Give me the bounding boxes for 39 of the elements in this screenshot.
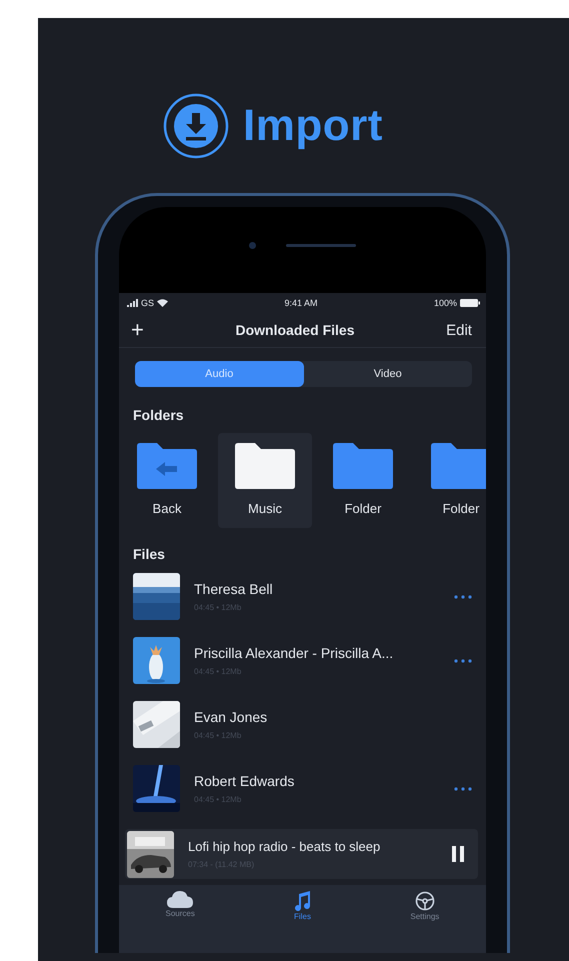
track-title: Lofi hip hop radio - beats to sleep	[188, 839, 382, 854]
folder-item[interactable]: Back	[120, 433, 214, 528]
screen-title: Downloaded Files	[235, 322, 354, 338]
cloud-icon	[167, 891, 194, 908]
camera-icon	[249, 242, 256, 248]
segment-tab[interactable]: Video	[304, 361, 472, 387]
add-button[interactable]: +	[131, 317, 144, 343]
folders-heading: Folders	[132, 407, 185, 423]
folder-item[interactable]: Folder	[316, 433, 410, 528]
tab-item[interactable]: Settings	[364, 885, 486, 953]
edit-button[interactable]: Edit	[446, 322, 472, 338]
file-title: Robert Edwards	[194, 773, 296, 789]
time-label: 9:41 AM	[284, 298, 318, 308]
carrier-label: GS	[141, 298, 154, 308]
back-folder-icon	[137, 443, 197, 489]
more-button[interactable]	[454, 786, 472, 790]
files-heading: Files	[132, 546, 166, 562]
steering-wheel-icon	[414, 891, 435, 911]
folder-icon	[333, 443, 393, 489]
folder-item[interactable]: Folder	[414, 433, 486, 528]
download-icon	[163, 93, 229, 159]
signal-icon	[127, 299, 138, 307]
more-button[interactable]	[454, 658, 472, 662]
file-title: Theresa Bell	[194, 581, 274, 597]
battery-icon	[460, 299, 480, 307]
battery-label: 100%	[434, 298, 457, 308]
folder-icon	[235, 443, 295, 489]
folder-icon	[431, 443, 486, 489]
music-note-icon	[293, 891, 312, 911]
folder-item[interactable]: Music	[218, 433, 312, 528]
speaker-icon	[286, 244, 356, 246]
tab-item[interactable]: Files	[241, 885, 364, 953]
file-title: Evan Jones	[194, 709, 268, 725]
pause-button[interactable]	[452, 846, 464, 862]
more-button[interactable]	[454, 594, 472, 598]
import-title: Import	[243, 101, 383, 151]
wifi-icon	[157, 299, 168, 307]
file-title: Priscilla Alexander - Priscilla A...	[194, 645, 394, 661]
tab-item[interactable]: Sources	[119, 885, 242, 953]
